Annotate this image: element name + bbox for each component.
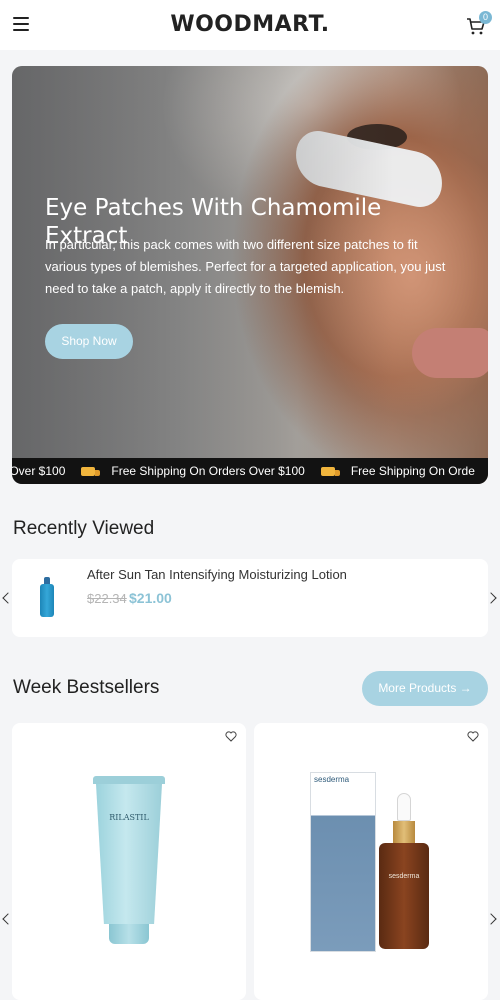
marquee-text: Free Shipping On Orders Over $100 [111,464,305,478]
logo[interactable]: WOODMART. [0,12,500,37]
product-image-box[interactable] [310,772,376,952]
heart-icon[interactable] [467,731,479,742]
more-products-button[interactable]: More Products → [362,671,488,706]
product-image[interactable] [93,776,165,944]
product-price: $21.00 [129,590,172,606]
truck-icon [320,467,340,477]
header: WOODMART. 0 [0,0,500,50]
cart-count-badge: 0 [479,11,492,24]
product-brand-label: sesderma [314,775,350,784]
marquee-text: s Over $100 [12,464,66,478]
shop-now-button[interactable]: Shop Now [45,324,133,359]
truck-icon [81,467,101,477]
product-card[interactable]: sesderma sesderma [254,723,488,1000]
product-image[interactable] [40,577,54,617]
product-name[interactable]: After Sun Tan Intensifying Moisturizing … [87,567,347,582]
product-old-price: $22.34 [87,591,127,606]
hero-banner: Eye Patches With Chamomile Extract In pa… [12,66,488,484]
week-bestsellers-title: Week Bestsellers [13,677,160,698]
hero-description: In particular, this pack comes with two … [45,237,446,296]
marquee-text: Free Shipping On Orde [350,464,475,478]
product-brand-label: sesderma [388,873,420,880]
recently-viewed-title: Recently Viewed [13,518,155,539]
product-card[interactable]: RILASTIL [12,723,246,1000]
product-brand-label: RILASTIL [109,813,149,822]
recently-viewed-product[interactable]: After Sun Tan Intensifying Moisturizing … [12,559,488,637]
heart-icon[interactable] [225,731,237,742]
shipping-marquee: s Over $100 Free Shipping On Orders Over … [12,458,488,484]
